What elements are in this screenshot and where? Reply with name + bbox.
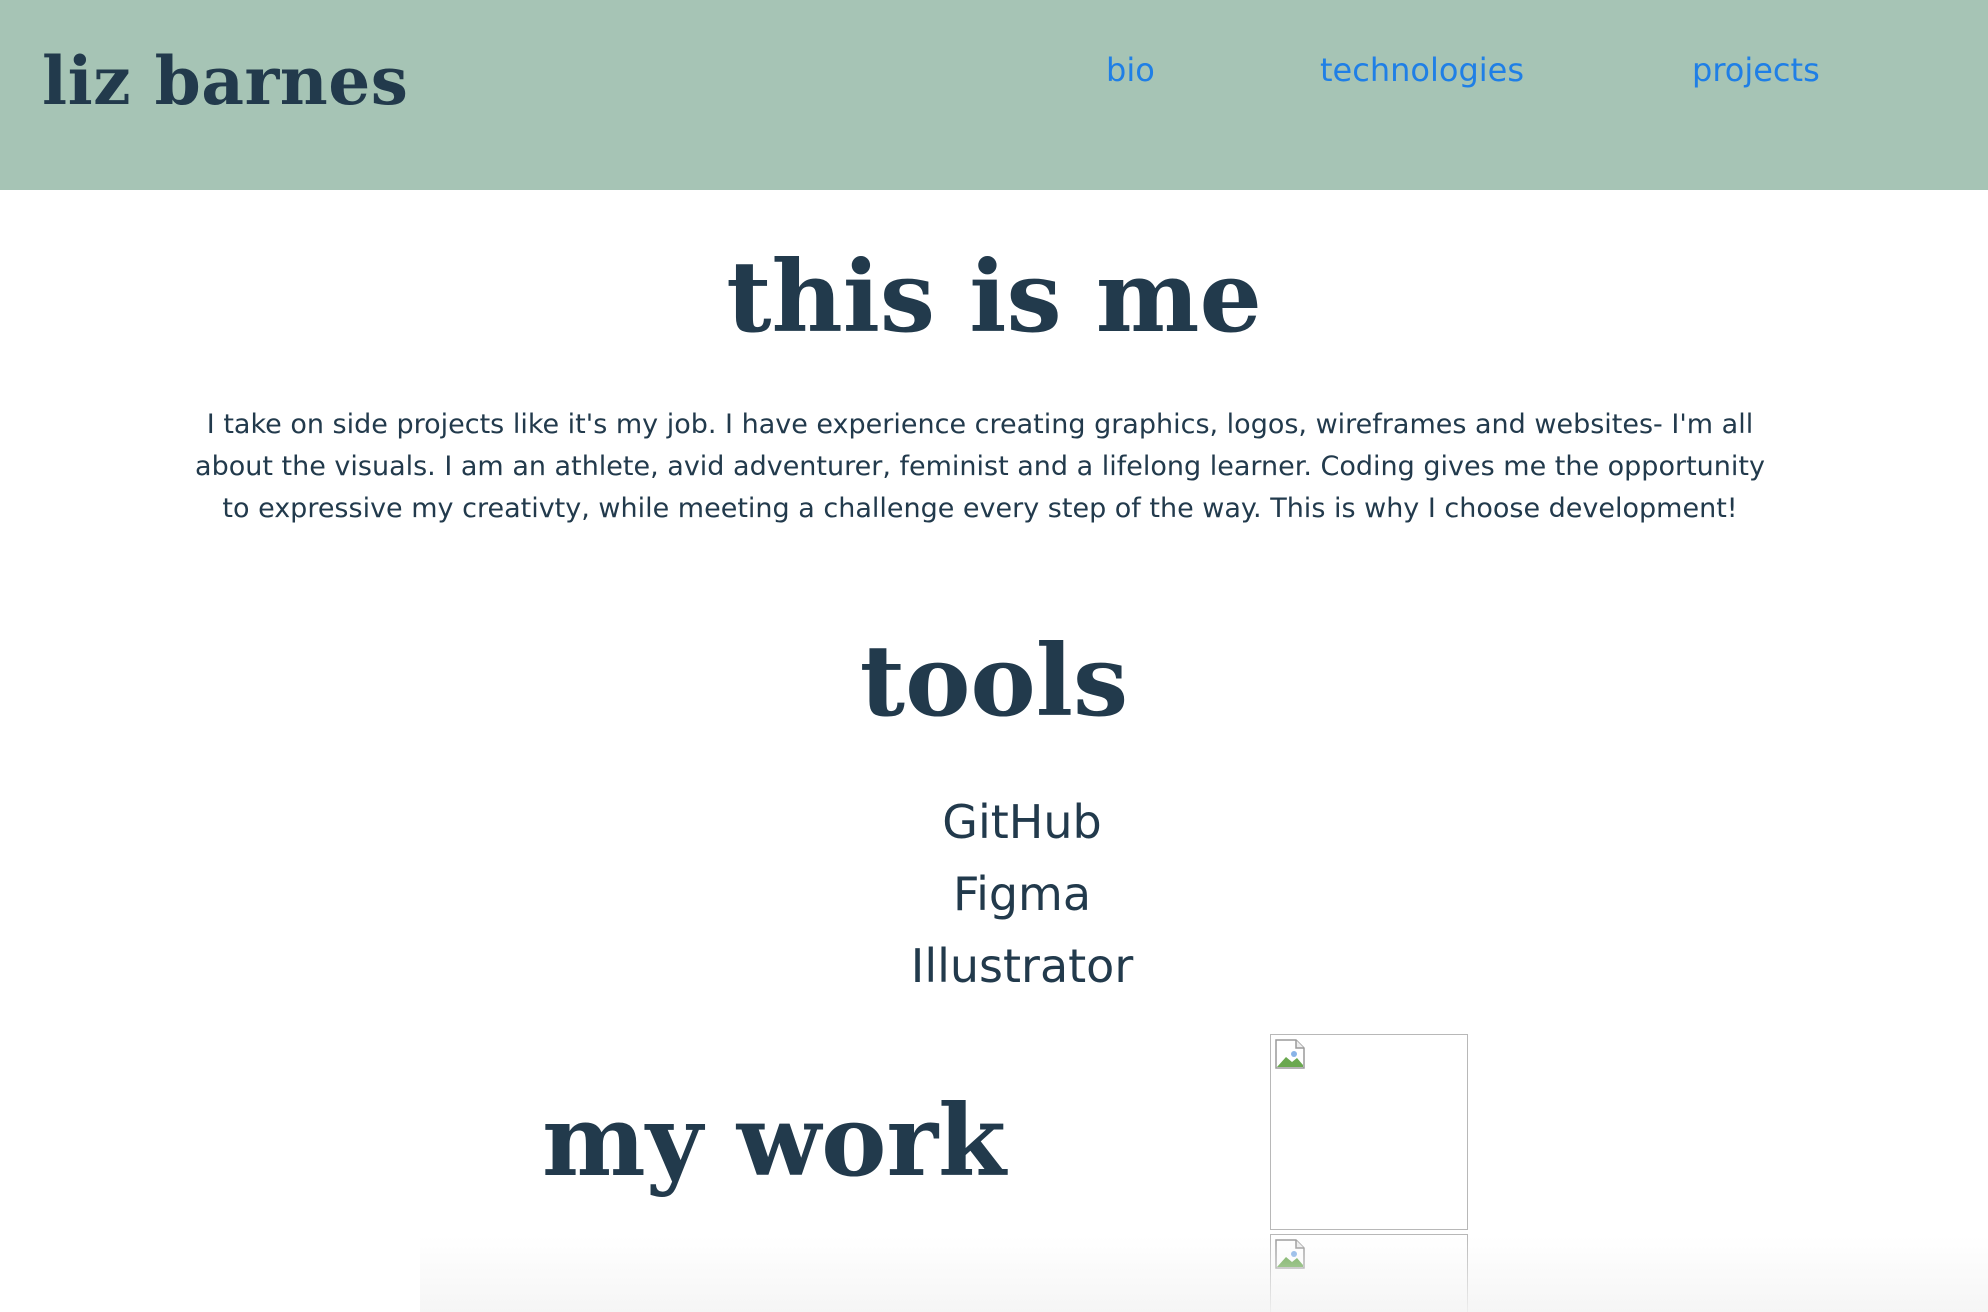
nav-link-projects[interactable]: projects: [1692, 48, 1820, 92]
tools-heading: tools: [859, 624, 1129, 739]
tools-list: GitHub Figma Illustrator: [822, 786, 1222, 1002]
nav-link-technologies[interactable]: technologies: [1320, 48, 1524, 92]
project-image[interactable]: [1270, 1034, 1468, 1230]
site-logo[interactable]: liz barnes: [42, 36, 408, 126]
tool-item-github: GitHub: [942, 795, 1102, 849]
bio-paragraph: I take on side projects like it's my job…: [195, 409, 1765, 524]
project-image[interactable]: [1270, 1234, 1468, 1312]
work-heading: my work: [542, 1084, 1007, 1199]
broken-image-icon: [1275, 1039, 1305, 1069]
site-header: liz barnes bio technologies projects: [0, 0, 1988, 190]
tool-item-figma: Figma: [952, 867, 1092, 921]
bio-heading: this is me: [726, 240, 1262, 355]
nav-link-bio[interactable]: bio: [1106, 48, 1155, 92]
broken-image-icon: [1275, 1239, 1305, 1269]
tool-item-illustrator: Illustrator: [910, 939, 1134, 993]
bottom-shadow: [420, 1236, 1988, 1312]
